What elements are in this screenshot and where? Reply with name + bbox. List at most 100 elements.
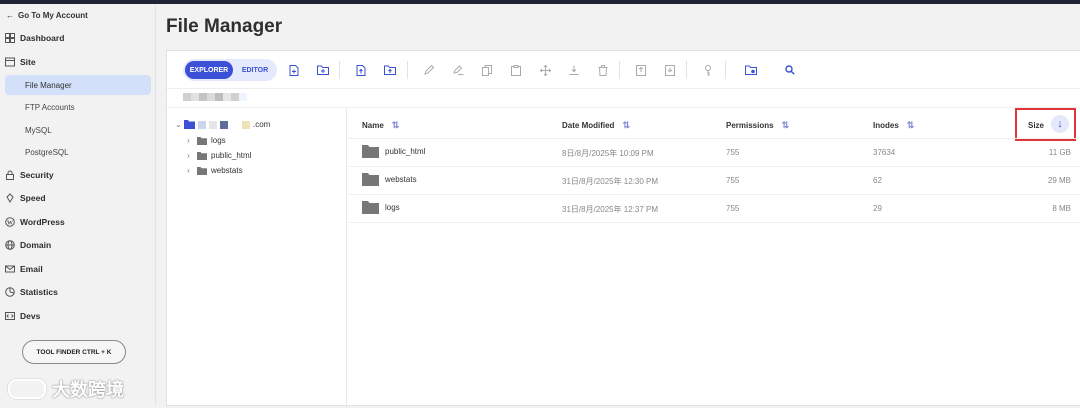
sidebar-subitem-ftp-accounts[interactable]: FTP Accounts [5, 97, 151, 117]
sidebar-item-site[interactable]: Site [5, 52, 151, 72]
sort-icon: ⇅ [781, 119, 790, 130]
column-header-label: Name [362, 120, 384, 130]
speed-icon [6, 193, 14, 203]
watermark-logo-icon [8, 379, 46, 399]
file-manager-panel: EXPLORER EDITOR ⌄ .com › logs › public_h… [166, 50, 1080, 408]
column-header-name[interactable]: Name ⇅ [362, 118, 399, 132]
explorer-tab[interactable]: EXPLORER [185, 61, 233, 79]
column-header-size[interactable]: Size ↓ [1015, 108, 1076, 141]
search-icon[interactable] [783, 63, 797, 77]
edit-icon[interactable] [422, 63, 436, 77]
folder-icon [197, 166, 207, 175]
tree-node-public-html[interactable]: › public_html [187, 151, 251, 160]
paste-icon[interactable] [509, 63, 523, 77]
toolbar-divider [686, 61, 687, 79]
column-header-label: Date Modified [562, 120, 615, 130]
sidebar-item-label: Email [20, 264, 43, 274]
sidebar-subitem-file-manager[interactable]: File Manager [5, 75, 151, 95]
sidebar-item-security[interactable]: Security [5, 165, 151, 185]
sort-desc-icon[interactable]: ↓ [1051, 115, 1069, 133]
file-name: logs [385, 203, 400, 212]
sidebar-item-label: Speed [20, 193, 46, 203]
upload-file-icon[interactable] [354, 63, 368, 77]
breadcrumb [183, 93, 247, 103]
column-header-permissions[interactable]: Permissions ⇅ [726, 118, 789, 132]
toolbar-divider [619, 61, 620, 79]
table-row[interactable]: logs 31日/8月/2025年 12:37 PM 755 29 8 MB [348, 195, 1080, 223]
tree-node-label: logs [211, 136, 226, 145]
toolbar-divider [407, 61, 408, 79]
file-name-cell: webstats [362, 173, 417, 186]
folder-icon [362, 145, 379, 158]
watermark: 大数跨境 [8, 376, 124, 402]
column-header-date[interactable]: Date Modified ⇅ [562, 118, 630, 132]
column-header-label: Inodes [873, 120, 899, 130]
sidebar-subitem-postgresql[interactable]: PostgreSQL [5, 142, 151, 162]
sidebar-item-label: Site [20, 57, 36, 67]
sidebar-item-domain[interactable]: Domain [5, 235, 151, 255]
move-icon[interactable] [538, 63, 552, 77]
go-to-account-label: Go To My Account [18, 11, 88, 20]
file-name-cell: logs [362, 201, 400, 214]
permissions-cell: 755 [726, 204, 740, 213]
sidebar-item-label: WordPress [20, 217, 65, 227]
extract-icon[interactable] [663, 63, 677, 77]
download-icon[interactable] [567, 63, 581, 77]
back-arrow-icon: ← [6, 11, 14, 20]
new-file-icon[interactable] [287, 63, 301, 77]
sort-icon: ⇅ [622, 119, 630, 130]
sidebar-item-email[interactable]: Email [5, 259, 151, 279]
folder-icon [362, 173, 379, 186]
sidebar-item-label: Security [20, 170, 54, 180]
folder-icon [184, 120, 195, 129]
globe-icon [5, 240, 15, 250]
new-folder-icon[interactable] [316, 63, 330, 77]
sidebar-subitem-mysql[interactable]: MySQL [5, 120, 151, 140]
delete-icon[interactable] [596, 63, 610, 77]
inodes-cell: 37634 [873, 148, 896, 157]
sidebar-subitem-label: FTP Accounts [25, 102, 75, 112]
size-cell: 8 MB [1052, 204, 1071, 213]
chevron-right-icon: › [187, 151, 190, 160]
editor-tab[interactable]: EDITOR [235, 61, 275, 79]
column-header-inodes[interactable]: Inodes ⇅ [873, 118, 914, 132]
rename-icon[interactable] [451, 63, 465, 77]
tree-node-logs[interactable]: › logs [187, 136, 226, 145]
sidebar-subitem-label: MySQL [25, 125, 52, 135]
table-row[interactable]: public_html 8日/8月/2025年 10:09 PM 755 376… [348, 139, 1080, 167]
chevron-right-icon: › [187, 166, 190, 175]
sidebar-item-label: Domain [20, 240, 52, 250]
go-to-account-link[interactable]: ← Go To My Account [6, 11, 88, 20]
folder-settings-icon[interactable] [744, 63, 758, 77]
toolbar-divider [725, 61, 726, 79]
chevron-down-icon: ⌄ [175, 120, 182, 129]
upload-folder-icon[interactable] [383, 63, 397, 77]
sidebar-item-statistics[interactable]: Statistics [5, 282, 151, 302]
sidebar-item-wordpress[interactable]: W WordPress [5, 212, 151, 232]
table-row[interactable]: webstats 31日/8月/2025年 12:30 PM 755 62 29… [348, 167, 1080, 195]
tool-finder-button[interactable]: TOOL FINDER CTRL + K [22, 340, 126, 364]
date-cell: 31日/8月/2025年 12:37 PM [562, 205, 659, 214]
date-cell: 8日/8月/2025年 10:09 PM [562, 149, 654, 158]
sidebar-subitem-label: File Manager [25, 80, 72, 90]
permissions-icon[interactable] [701, 63, 715, 77]
dashboard-icon [5, 33, 15, 43]
tree-root-label: .com [253, 120, 271, 129]
wordpress-icon: W [5, 217, 15, 227]
tree-node-webstats[interactable]: › webstats [187, 166, 243, 175]
svg-text:W: W [7, 220, 13, 226]
copy-icon[interactable] [480, 63, 494, 77]
tree-root[interactable]: ⌄ .com [175, 120, 270, 129]
sidebar-item-speed[interactable]: Speed [5, 188, 151, 208]
size-cell: 11 GB [1048, 148, 1071, 157]
toolbar: EXPLORER EDITOR [167, 51, 1080, 89]
lock-icon [6, 170, 14, 180]
file-name: public_html [385, 147, 426, 156]
sidebar-item-devs[interactable]: Devs [5, 306, 151, 326]
folder-icon [197, 136, 207, 145]
archive-icon[interactable] [634, 63, 648, 77]
code-icon [5, 312, 15, 320]
inodes-cell: 29 [873, 204, 882, 213]
sidebar-item-dashboard[interactable]: Dashboard [5, 28, 151, 48]
sidebar-item-label: Devs [20, 311, 41, 321]
